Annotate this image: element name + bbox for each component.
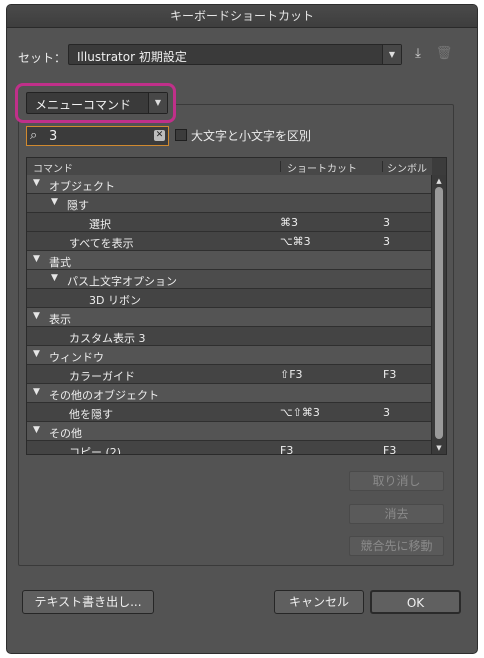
table-row-category[interactable]: ▼ その他のオブジェクト (27, 384, 432, 403)
table-row-category[interactable]: ▼ 表示 (27, 308, 432, 327)
search-value: 3 (49, 129, 58, 144)
command-label: パス上文字オプション (67, 275, 177, 288)
clear-search-icon[interactable]: ✕ (154, 130, 165, 141)
set-dropdown[interactable]: Illustrator 初期設定 ▼ (68, 44, 402, 65)
disclosure-triangle-icon[interactable]: ▼ (33, 311, 40, 321)
command-label: 他を隠す (69, 408, 113, 421)
symbol-cell[interactable]: 3 (383, 406, 390, 419)
command-label: カスタム表示 3 (69, 332, 146, 345)
chevron-down-icon[interactable]: ▼ (148, 93, 167, 113)
set-dropdown-value: Illustrator 初期設定 (77, 50, 187, 64)
shortcut-cell[interactable]: ⌘3 (280, 216, 298, 229)
go-to-conflict-button: 競合先に移動 (349, 536, 444, 556)
cancel-button[interactable]: キャンセル (274, 590, 364, 614)
table-row[interactable]: 他を隠す ⌥⇧⌘3 3 (27, 403, 432, 422)
command-label: すべてを表示 (69, 237, 134, 250)
table-row-subcategory[interactable]: ▼ 隠す (27, 194, 432, 213)
trash-icon: 🗑 (435, 46, 453, 61)
shortcut-cell[interactable]: ⇧F3 (280, 368, 303, 381)
table-row-category[interactable]: ▼ その他 (27, 422, 432, 441)
table-header: コマンド ショートカット シンボル (27, 158, 432, 176)
table-row[interactable]: 3D リボン (27, 289, 432, 308)
dialog-title: キーボードショートカット (7, 5, 477, 28)
shortcut-cell[interactable]: F3 (280, 444, 293, 454)
search-input[interactable]: ⌕ 3 ✕ (26, 126, 169, 146)
column-divider (382, 161, 383, 172)
menu-type-dropdown[interactable]: メニューコマンド ▼ (26, 92, 168, 114)
table-row[interactable]: カラーガイド ⇧F3 F3 (27, 365, 432, 384)
save-set-icon[interactable]: ⤓ (408, 44, 428, 64)
table-row-category[interactable]: ▼ 書式 (27, 251, 432, 270)
chevron-down-icon[interactable]: ▼ (382, 45, 401, 64)
command-label: 3D リボン (89, 294, 141, 307)
disclosure-triangle-icon[interactable]: ▼ (33, 254, 40, 264)
command-label: カラーガイド (69, 370, 135, 383)
disclosure-triangle-icon[interactable]: ▼ (33, 425, 40, 435)
set-label: セット： (18, 51, 67, 65)
table-row-category[interactable]: ▼ オブジェクト (27, 175, 432, 194)
symbol-cell[interactable]: F3 (383, 368, 396, 381)
export-text-button[interactable]: テキスト書き出し... (22, 590, 154, 614)
search-icon: ⌕ (30, 128, 38, 143)
menu-type-value: メニューコマンド (35, 98, 132, 112)
command-label: 隠す (67, 199, 89, 212)
shortcut-table: コマンド ショートカット シンボル ▼ オブジェクト ▼ 隠す 選択 ⌘3 3 すべてを表示 ⌥… (26, 157, 447, 455)
disclosure-triangle-icon[interactable]: ▼ (51, 273, 58, 283)
disclosure-triangle-icon[interactable]: ▼ (33, 349, 40, 359)
disclosure-triangle-icon[interactable]: ▼ (33, 387, 40, 397)
column-header-symbol[interactable]: シンボル (387, 160, 427, 175)
command-label: コピー (2) (69, 446, 122, 455)
command-label: 表示 (49, 313, 71, 326)
column-header-shortcut[interactable]: ショートカット (287, 160, 357, 175)
command-label: 書式 (49, 256, 71, 269)
symbol-cell[interactable]: F3 (383, 444, 396, 454)
command-label: ウィンドウ (49, 351, 104, 364)
scroll-down-icon[interactable]: ▼ (432, 442, 446, 454)
case-sensitive-checkbox[interactable] (175, 129, 187, 141)
table-row[interactable]: すべてを表示 ⌥⌘3 3 (27, 232, 432, 251)
table-row-category[interactable]: ▼ ウィンドウ (27, 346, 432, 365)
symbol-cell[interactable]: 3 (383, 235, 390, 248)
clear-button: 消去 (349, 504, 444, 524)
ok-button[interactable]: OK (370, 590, 461, 614)
command-label: その他 (49, 427, 82, 440)
disclosure-triangle-icon[interactable]: ▼ (33, 178, 40, 188)
command-label: オブジェクト (49, 180, 115, 193)
table-row[interactable]: カスタム表示 3 (27, 327, 432, 346)
table-row-subcategory[interactable]: ▼ パス上文字オプション (27, 270, 432, 289)
undo-button: 取り消し (349, 471, 444, 491)
table-row[interactable]: 選択 ⌘3 3 (27, 213, 432, 232)
table-scrollbar[interactable]: ▲ ▼ (431, 175, 446, 454)
column-header-command[interactable]: コマンド (33, 160, 73, 175)
column-divider (280, 161, 281, 172)
shortcut-cell[interactable]: ⌥⌘3 (280, 235, 311, 248)
scrollbar-thumb[interactable] (435, 187, 443, 439)
command-label: 選択 (89, 218, 111, 231)
table-rows: ▼ オブジェクト ▼ 隠す 選択 ⌘3 3 すべてを表示 ⌥⌘3 3 ▼ 書式 ▼ パス上文字オプション 3… (27, 175, 432, 455)
case-sensitive-label: 大文字と小文字を区別 (191, 129, 312, 143)
shortcut-cell[interactable]: ⌥⇧⌘3 (280, 406, 320, 419)
symbol-cell[interactable]: 3 (383, 216, 390, 229)
disclosure-triangle-icon[interactable]: ▼ (51, 197, 58, 207)
command-label: その他のオブジェクト (49, 389, 159, 402)
table-row[interactable]: コピー (2) F3 F3 (27, 441, 432, 455)
scroll-up-icon[interactable]: ▲ (432, 175, 446, 187)
